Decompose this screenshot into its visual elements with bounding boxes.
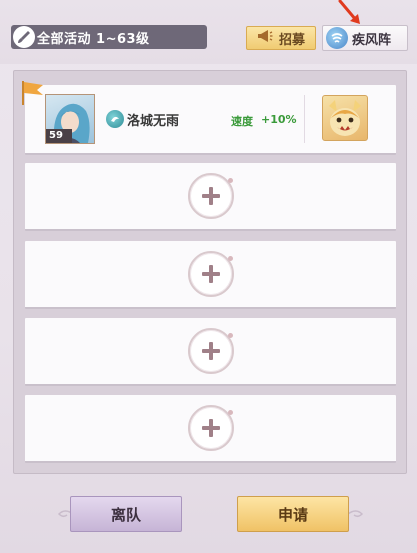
annotation-arrow-icon [338,0,360,24]
plus-icon [201,342,220,360]
team-member-slot[interactable]: 59 洛城无雨 速度 +10% [22,81,396,155]
empty-slot [25,395,396,463]
apply-label: 申请 [277,505,308,524]
member-avatar[interactable]: 59 [45,94,95,144]
leave-team-label: 离队 [110,505,141,524]
flag-icon [22,81,43,105]
pet-avatar[interactable] [322,95,368,141]
leave-team-button[interactable]: 离队 [70,496,182,532]
team-panel: 59 洛城无雨 速度 +10% [13,70,407,474]
member-level-badge: 59 [46,129,72,143]
recruit-label: 招募 [278,32,305,48]
add-member-button[interactable] [187,405,234,451]
plus-icon [201,265,220,283]
empty-slot [25,241,396,309]
speed-bonus-label: 速度 [231,115,253,128]
formation-button[interactable]: 疾风阵 [322,25,408,51]
formation-label: 疾风阵 [352,32,392,48]
brush-icon [13,26,35,48]
plus-icon [201,187,220,205]
plus-icon [201,419,220,437]
add-member-button[interactable] [187,173,234,219]
activity-filter[interactable]: 全部活动 1~63级 [11,25,207,49]
speed-bonus-value: +10% [261,113,297,126]
add-member-button[interactable] [187,251,234,297]
megaphone-icon [257,29,273,47]
decorative-swirl-icon [347,510,364,518]
empty-slot [25,318,396,386]
empty-slot [25,163,396,231]
whirlwind-icon [326,27,348,49]
filter-label: 全部活动 1~63级 [37,31,150,47]
apply-button[interactable]: 申请 [237,496,349,532]
member-name: 洛城无雨 [127,114,180,129]
class-icon [106,110,124,128]
slot-divider [304,95,305,143]
recruit-button[interactable]: 招募 [246,26,316,50]
add-member-button[interactable] [187,328,234,374]
